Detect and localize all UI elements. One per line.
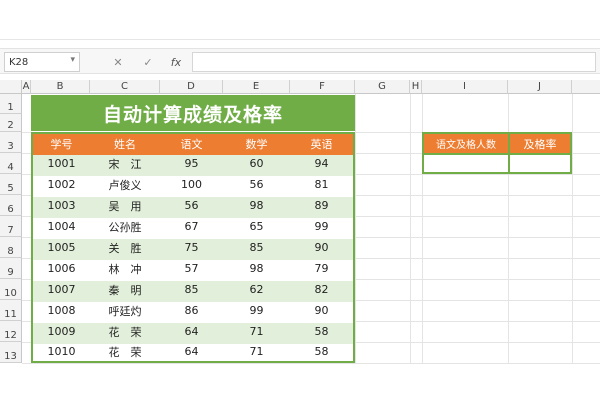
gridline bbox=[410, 94, 411, 363]
row-header-5[interactable]: 5 bbox=[0, 174, 22, 195]
gridline bbox=[355, 94, 356, 363]
header-name[interactable]: 姓名 bbox=[90, 134, 160, 153]
select-all-corner[interactable] bbox=[0, 80, 22, 94]
row-header-10[interactable]: 10 bbox=[0, 279, 22, 300]
table-cell[interactable]: 56 bbox=[160, 195, 223, 216]
row-header-3[interactable]: 3 bbox=[0, 132, 22, 153]
column-header-b[interactable]: B bbox=[31, 80, 90, 94]
table-cell[interactable]: 71 bbox=[223, 342, 290, 361]
table-cell[interactable]: 98 bbox=[223, 258, 290, 279]
table-cell[interactable]: 65 bbox=[223, 216, 290, 237]
table-cell[interactable]: 71 bbox=[223, 321, 290, 342]
table-cell[interactable]: 1005 bbox=[33, 237, 90, 258]
table-cell[interactable]: 94 bbox=[290, 153, 353, 174]
table-cell[interactable]: 90 bbox=[290, 300, 353, 321]
table-cell[interactable]: 58 bbox=[290, 342, 353, 361]
table-cell[interactable]: 1008 bbox=[33, 300, 90, 321]
table-cell[interactable]: 吴 用 bbox=[90, 195, 160, 216]
chevron-down-icon[interactable]: ▾ bbox=[70, 55, 75, 65]
table-cell[interactable]: 89 bbox=[290, 195, 353, 216]
table-cell[interactable]: 67 bbox=[160, 216, 223, 237]
column-header-j[interactable]: J bbox=[508, 80, 572, 94]
table-cell[interactable]: 1007 bbox=[33, 279, 90, 300]
table-cell[interactable]: 62 bbox=[223, 279, 290, 300]
table-cell[interactable]: 86 bbox=[160, 300, 223, 321]
row-header-6[interactable]: 6 bbox=[0, 195, 22, 216]
table-cell[interactable]: 79 bbox=[290, 258, 353, 279]
cancel-icon[interactable]: ✕ bbox=[110, 54, 126, 70]
confirm-icon[interactable]: ✓ bbox=[140, 54, 156, 70]
header-english[interactable]: 英语 bbox=[290, 134, 353, 153]
table-cell[interactable]: 公孙胜 bbox=[90, 216, 160, 237]
formula-input[interactable] bbox=[192, 52, 596, 72]
table-cell[interactable]: 64 bbox=[160, 321, 223, 342]
row-header-8[interactable]: 8 bbox=[0, 237, 22, 258]
header-chinese[interactable]: 语文 bbox=[160, 134, 223, 153]
table-cell[interactable]: 100 bbox=[160, 174, 223, 195]
table-cell[interactable]: 81 bbox=[290, 174, 353, 195]
row-header-7[interactable]: 7 bbox=[0, 216, 22, 237]
header-student-id[interactable]: 学号 bbox=[33, 134, 90, 153]
row-header-13[interactable]: 13 bbox=[0, 342, 22, 363]
column-header-g[interactable]: G bbox=[355, 80, 410, 94]
row-header-12[interactable]: 12 bbox=[0, 321, 22, 342]
pass-rate-cell[interactable] bbox=[510, 155, 570, 172]
header-chinese-pass-count[interactable]: 语文及格人数 bbox=[424, 134, 508, 153]
table-cell[interactable]: 关 胜 bbox=[90, 237, 160, 258]
table-cell[interactable]: 75 bbox=[160, 237, 223, 258]
table-cell[interactable]: 82 bbox=[290, 279, 353, 300]
row-header-1[interactable]: 1 bbox=[0, 94, 22, 114]
column-header-e[interactable]: E bbox=[223, 80, 290, 94]
table-cell[interactable]: 98 bbox=[223, 195, 290, 216]
table-cell[interactable]: 林 冲 bbox=[90, 258, 160, 279]
table-cell[interactable]: 1006 bbox=[33, 258, 90, 279]
column-header-a[interactable]: A bbox=[22, 80, 31, 94]
table-cell[interactable]: 卢俊义 bbox=[90, 174, 160, 195]
table-cell[interactable]: 1010 bbox=[33, 342, 90, 361]
column-header-h[interactable]: H bbox=[410, 80, 422, 94]
column-header-i[interactable]: I bbox=[422, 80, 508, 94]
table-cell[interactable]: 57 bbox=[160, 258, 223, 279]
table-cell[interactable]: 90 bbox=[290, 237, 353, 258]
table-cell[interactable]: 64 bbox=[160, 342, 223, 361]
table-cell[interactable]: 85 bbox=[223, 237, 290, 258]
name-box[interactable]: K28 ▾ bbox=[4, 52, 80, 72]
table-cell[interactable]: 58 bbox=[290, 321, 353, 342]
table-cell[interactable]: 1003 bbox=[33, 195, 90, 216]
table-cell[interactable]: 95 bbox=[160, 153, 223, 174]
function-icon[interactable]: fx bbox=[167, 54, 185, 70]
header-pass-rate[interactable]: 及格率 bbox=[510, 134, 570, 153]
row-header-9[interactable]: 9 bbox=[0, 258, 22, 279]
column-header-d[interactable]: D bbox=[160, 80, 223, 94]
table-cell[interactable]: 85 bbox=[160, 279, 223, 300]
table-cell[interactable]: 99 bbox=[290, 216, 353, 237]
table-cell[interactable]: 60 bbox=[223, 153, 290, 174]
table-cell[interactable]: 1004 bbox=[33, 216, 90, 237]
chinese-pass-count-cell[interactable] bbox=[424, 155, 508, 172]
table-cell[interactable]: 1001 bbox=[33, 153, 90, 174]
ribbon-strip bbox=[0, 0, 600, 40]
gridline bbox=[22, 363, 600, 364]
table-cell[interactable]: 56 bbox=[223, 174, 290, 195]
row-header-2[interactable]: 2 bbox=[0, 114, 22, 132]
sheet-title[interactable]: 自动计算成绩及格率 bbox=[31, 95, 355, 131]
name-box-value: K28 bbox=[9, 56, 29, 68]
header-math[interactable]: 数学 bbox=[223, 134, 290, 153]
column-header-k[interactable] bbox=[572, 80, 600, 94]
table-cell[interactable]: 花 荣 bbox=[90, 321, 160, 342]
table-cell[interactable]: 秦 明 bbox=[90, 279, 160, 300]
table-cell[interactable]: 花 荣 bbox=[90, 342, 160, 361]
row-header-11[interactable]: 11 bbox=[0, 300, 22, 321]
column-header-f[interactable]: F bbox=[290, 80, 355, 94]
table-cell[interactable]: 1002 bbox=[33, 174, 90, 195]
table-cell[interactable]: 呼廷灼 bbox=[90, 300, 160, 321]
table-cell[interactable]: 99 bbox=[223, 300, 290, 321]
formula-bar: K28 ▾ ✕ ✓ fx bbox=[0, 48, 600, 74]
table-cell[interactable]: 宋 江 bbox=[90, 153, 160, 174]
column-header-c[interactable]: C bbox=[90, 80, 160, 94]
row-header-4[interactable]: 4 bbox=[0, 153, 22, 174]
table-cell[interactable]: 1009 bbox=[33, 321, 90, 342]
gridline bbox=[572, 94, 573, 363]
